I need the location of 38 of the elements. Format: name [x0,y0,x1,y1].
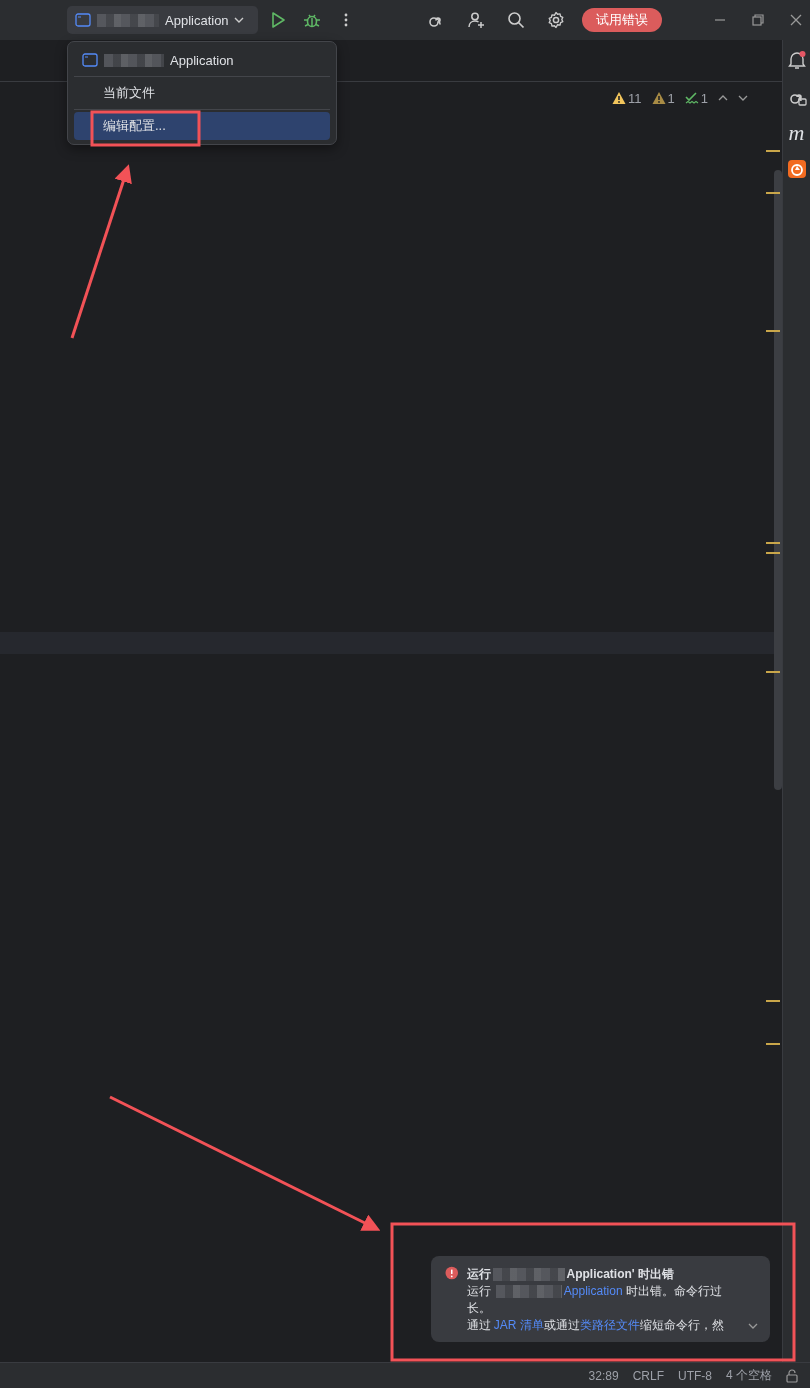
window-icon [75,13,91,27]
menu-item[interactable]: 编辑配置... [74,112,330,140]
warning-icon [612,91,627,105]
restore-icon[interactable] [749,11,767,29]
error-icon [445,1266,459,1280]
window-icon [82,53,98,67]
warning-icon [651,91,666,105]
inspection-count[interactable]: 11 [628,90,642,106]
inspection-count[interactable]: 1 [700,90,708,106]
scrollbar-thumb[interactable] [774,170,782,790]
run-configuration-selector[interactable]: Application [67,6,258,34]
settings-icon[interactable] [547,11,565,29]
status-item[interactable]: CRLF [632,1368,664,1383]
lock-icon[interactable] [786,1368,798,1383]
menu-item[interactable]: 当前文件 [74,79,330,107]
redacted-block [495,1285,562,1299]
plugin-letter[interactable]: m [788,124,805,142]
menu-item[interactable]: Application [74,46,330,74]
status-item[interactable]: UTF-8 [678,1368,712,1383]
search-icon[interactable] [507,11,525,29]
chevron-down-icon[interactable] [748,1322,758,1330]
link[interactable]: 类路径文件 [579,1318,640,1332]
inspection-count[interactable]: 1 [667,90,675,106]
notification-message: 运行 Application 时出错。命令行过长。 [466,1283,723,1317]
notification-message: 通过 JAR 清单或通过类路径文件缩短命令行，然 [466,1317,725,1334]
bell-icon[interactable] [786,50,807,70]
add-user-icon[interactable] [467,11,485,29]
chevron-down-icon[interactable] [738,93,748,103]
check-icon [684,91,699,105]
status-item[interactable]: 4 个空格 [726,1367,772,1384]
link[interactable]: JAR 清单 [493,1318,544,1332]
status-item[interactable]: 32:89 [588,1368,619,1383]
play-icon[interactable] [269,11,287,29]
plugin-icon[interactable] [787,160,806,178]
trial-button[interactable]: 试用错误 [582,8,662,32]
chevron-up-icon[interactable] [718,93,728,103]
notification-title: 运行 Application' 时出错 [466,1266,676,1283]
link[interactable]: Application [563,1284,623,1298]
